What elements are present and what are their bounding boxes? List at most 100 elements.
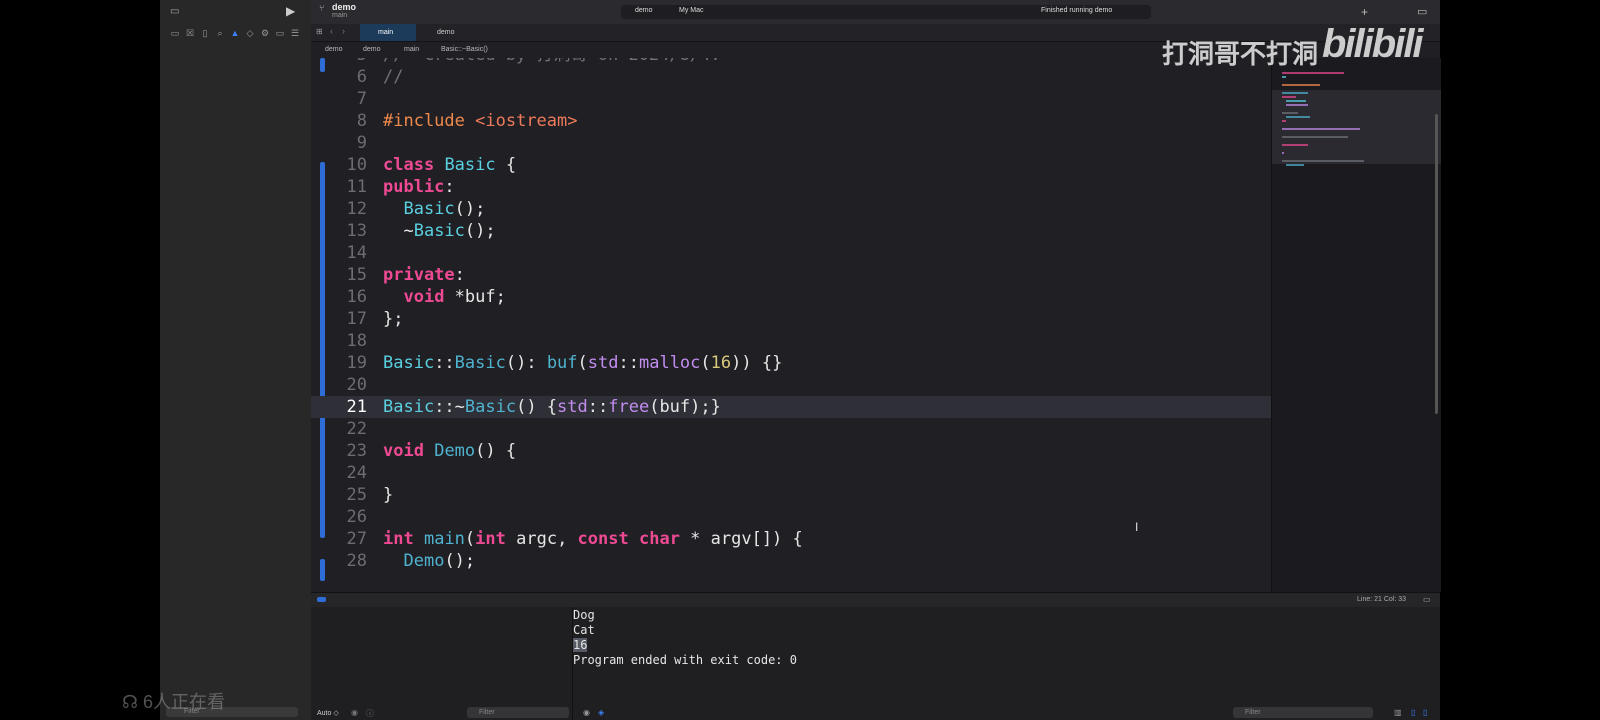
code-line[interactable]: 8 #include <iostream> [311, 110, 1271, 132]
code-text: } [383, 485, 394, 505]
window-toolbar: ⑂ demo main demo My Mac Finished running… [311, 0, 1440, 24]
code-line[interactable]: 28 Demo(); [311, 550, 1271, 572]
code-text: }; [383, 309, 404, 329]
code-line[interactable]: 21 Basic::~Basic() {std::free(buf);} [311, 396, 1271, 418]
code-text: // [383, 67, 404, 87]
split-left-icon[interactable]: ▯ [1411, 708, 1415, 717]
code-text: ~Basic(); [383, 221, 496, 241]
code-text: Basic::Basic(): buf(std::malloc(16)) {} [383, 353, 783, 373]
console-output-icon[interactable]: ◈ [598, 708, 604, 717]
code-line[interactable]: 13 ~Basic(); [311, 220, 1271, 242]
code-line[interactable]: 15 private: [311, 264, 1271, 286]
code-line[interactable]: 5 // Created by 打洞哥 on 2024/8/4. [311, 58, 1271, 66]
breakpoint-icon[interactable]: ▭ [275, 28, 285, 38]
tab-label: main [378, 29, 394, 36]
tab-demo[interactable]: demo [419, 24, 479, 41]
minimap-line [1282, 120, 1286, 122]
line-number: 11 [346, 177, 367, 197]
issue-icon[interactable]: ▲ [230, 28, 240, 38]
console-eye-icon[interactable]: ◉ [583, 708, 590, 717]
code-text: private: [383, 265, 465, 285]
code-line[interactable]: 12 Basic(); [311, 198, 1271, 220]
line-number: 13 [346, 221, 367, 241]
variables-view [311, 607, 573, 720]
code-line[interactable]: 19 Basic::Basic(): buf(std::malloc(16)) {… [311, 352, 1271, 374]
tab-main[interactable]: main [360, 24, 416, 41]
minimap-line [1282, 136, 1348, 138]
code-line[interactable]: 27 int main(int argc, const char * argv[]… [311, 528, 1271, 550]
minimap-line [1282, 144, 1308, 146]
split-right-icon[interactable]: ▯ [1423, 708, 1427, 717]
sidebar-toggle-icon[interactable]: ▭ [170, 6, 179, 17]
console-output[interactable]: Dog Cat 16 Program ended with exit code: 0 [573, 608, 1440, 706]
line-number: 22 [346, 419, 367, 439]
code-line[interactable]: 22 [311, 418, 1271, 440]
code-line[interactable]: 17}; [311, 308, 1271, 330]
editor-window: ⑂ demo main demo My Mac Finished running… [311, 0, 1441, 720]
console-exit-line: Program ended with exit code: 0 [573, 653, 797, 667]
code-line[interactable]: 23 void Demo() { [311, 440, 1271, 462]
variables-filter-input[interactable]: Filter [467, 707, 569, 718]
trash-icon[interactable]: ▥ [1394, 708, 1402, 717]
code-line[interactable]: 6 // [311, 66, 1271, 88]
code-line[interactable]: 14 [311, 242, 1271, 264]
back-icon[interactable]: ‹ [330, 26, 333, 36]
breadcrumb-folder[interactable]: demo [363, 42, 381, 58]
code-line[interactable]: 11 public: [311, 176, 1271, 198]
code-text: Basic(); [403, 199, 486, 219]
code-line[interactable]: 26 [311, 506, 1271, 528]
run-button-icon[interactable]: ▶ [286, 4, 295, 18]
panel-toggle-icon[interactable]: ▭ [1423, 593, 1431, 607]
scheme-selector[interactable]: demo [635, 7, 653, 14]
minimap-line [1286, 116, 1310, 118]
code-line[interactable]: 18 [311, 330, 1271, 352]
console-line: Dog [573, 608, 595, 622]
source-control-icon[interactable]: ☒ [185, 28, 195, 38]
destination-selector[interactable]: My Mac [679, 7, 704, 14]
project-name[interactable]: demo [332, 2, 356, 12]
line-number: 20 [346, 375, 367, 395]
tab-label: demo [437, 29, 455, 36]
test-icon[interactable]: ◇ [245, 28, 255, 38]
grid-icon[interactable]: ⊞ [316, 27, 323, 36]
code-editor[interactable]: 5 // Created by 打洞哥 on 2024/8/4. 6 // 78 #inc… [311, 58, 1271, 592]
viewer-count-text: 6人正在看 [143, 692, 226, 712]
code-text: // Created by 打洞哥 on 2024/8/4. [383, 58, 721, 66]
info-icon[interactable]: ⓘ [366, 708, 374, 719]
code-line[interactable]: 16 void *buf; [311, 286, 1271, 308]
minimap-line [1286, 164, 1304, 166]
code-line[interactable]: 7 [311, 88, 1271, 110]
cursor-position: Line: 21 Col: 33 [1357, 596, 1407, 603]
breadcrumb-project[interactable]: demo [325, 42, 343, 58]
line-number: 14 [346, 243, 367, 263]
breadcrumb-symbol[interactable]: Basic::~Basic() [441, 42, 488, 58]
variables-scope-selector[interactable]: Auto ◇ [317, 709, 339, 717]
activity-view: demo My Mac Finished running demo [621, 5, 1151, 19]
code-line[interactable]: 24 [311, 462, 1271, 484]
line-number: 28 [346, 551, 367, 571]
console-filter-input[interactable]: Filter [1233, 707, 1373, 718]
code-text: Demo(); [403, 551, 476, 571]
line-number: 17 [346, 309, 367, 329]
minimap[interactable] [1271, 58, 1441, 592]
code-line[interactable]: 25} [311, 484, 1271, 506]
line-number: 8 [356, 111, 367, 131]
folder-icon[interactable]: ▭ [170, 28, 180, 38]
eye-icon[interactable]: ◉ [351, 708, 358, 717]
debug-icon[interactable]: ⚙ [260, 28, 270, 38]
bookmark-icon[interactable]: ▯ [200, 28, 210, 38]
code-line[interactable]: 10 class Basic { [311, 154, 1271, 176]
forward-icon[interactable]: › [342, 26, 345, 36]
breakpoints-toggle-icon[interactable] [317, 597, 326, 602]
code-text: Basic::~Basic() {std::free(buf);} [383, 397, 721, 417]
code-line[interactable]: 20 [311, 374, 1271, 396]
add-icon[interactable]: + [1361, 5, 1368, 19]
editor-scrollbar[interactable] [1435, 114, 1438, 414]
report-icon[interactable]: ☰ [290, 28, 300, 38]
branch-name: main [332, 12, 348, 19]
find-icon[interactable]: ⌕ [215, 28, 225, 38]
watermark-text: 打洞哥不打洞 [1162, 39, 1319, 69]
code-line[interactable]: 9 [311, 132, 1271, 154]
breadcrumb-file[interactable]: main [404, 42, 419, 58]
inspector-toggle-icon[interactable]: ▭ [1417, 5, 1427, 18]
